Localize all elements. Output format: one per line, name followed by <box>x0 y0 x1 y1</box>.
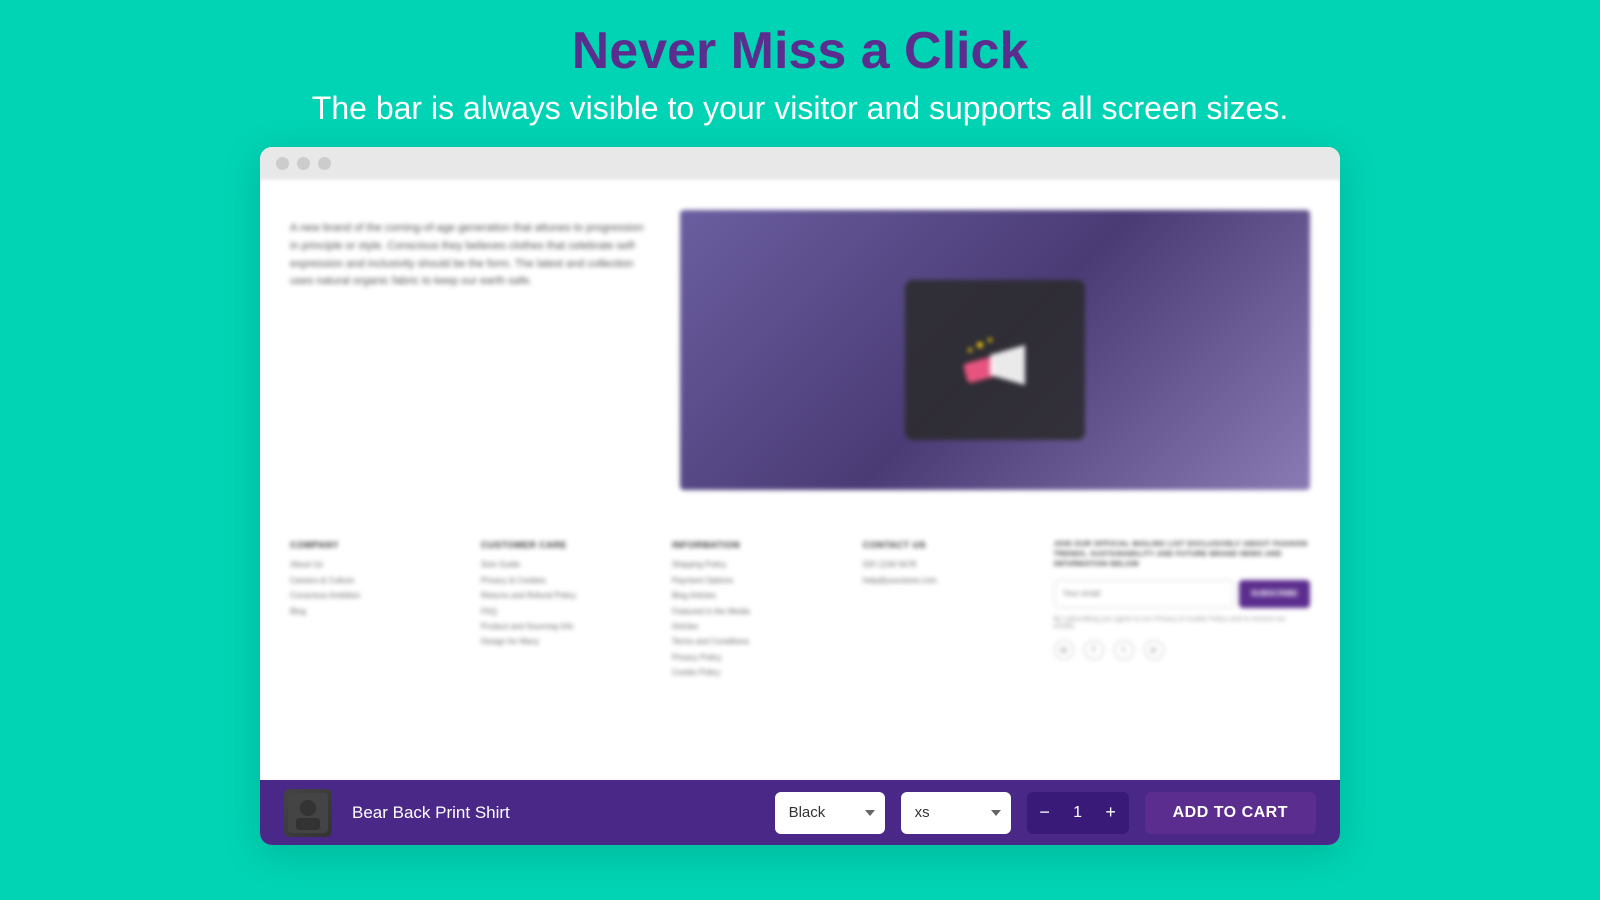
product-image <box>680 210 1310 490</box>
page-title: Never Miss a Click <box>572 20 1029 82</box>
newsletter-form[interactable]: SUBSCRIBE <box>1054 580 1310 608</box>
twitter-icon[interactable]: t <box>1114 640 1134 660</box>
thumbnail-image <box>284 789 332 837</box>
product-thumbnail <box>284 789 332 837</box>
sticky-product-name: Bear Back Print Shirt <box>352 803 755 823</box>
page-subtitle: The bar is always visible to your visito… <box>312 90 1288 127</box>
sticky-controls: Black White Blue xs s m l xl − 1 + ADD T… <box>775 792 1316 834</box>
instagram-icon[interactable]: ◎ <box>1054 640 1074 660</box>
browser-dot-minimize <box>297 157 310 170</box>
color-select[interactable]: Black White Blue <box>775 792 885 834</box>
quantity-value: 1 <box>1063 804 1093 822</box>
newsletter-input[interactable] <box>1054 580 1234 608</box>
content-footer: COMPANY About Us Careers & Culture Consc… <box>290 540 1310 750</box>
newsletter-subscribe-button[interactable]: SUBSCRIBE <box>1239 580 1310 608</box>
quantity-decrease-button[interactable]: − <box>1027 792 1063 834</box>
browser-content: A new brand of the coming-of-age generat… <box>260 180 1340 780</box>
footer-col-contact: CONTACT US 020 1234 5678 help@yourstore.… <box>863 540 1034 750</box>
sticky-bar: Bear Back Print Shirt Black White Blue x… <box>260 780 1340 845</box>
footer-col-newsletter: JOIN OUR OFFICIAL MAILING LIST EXCLUSIVE… <box>1054 540 1310 750</box>
product-description: A new brand of the coming-of-age generat… <box>290 210 650 490</box>
browser-titlebar <box>260 147 1340 180</box>
newsletter-note: By subscribing you agree to our Privacy … <box>1054 616 1310 630</box>
footer-col-company: COMPANY About Us Careers & Culture Consc… <box>290 540 461 750</box>
footer-col-customer: CUSTOMER CARE Size Guide Privacy & Cooki… <box>481 540 652 750</box>
pinterest-icon[interactable]: p <box>1144 640 1164 660</box>
footer-col-info: INFORMATION Shipping Policy Payment Opti… <box>672 540 843 750</box>
size-select[interactable]: xs s m l xl <box>901 792 1011 834</box>
social-icons: ◎ f t p <box>1054 640 1310 660</box>
browser-dot-close <box>276 157 289 170</box>
thumbnail-svg <box>288 793 328 833</box>
quantity-control: − 1 + <box>1027 792 1129 834</box>
shirt-svg <box>885 250 1105 450</box>
browser-window: A new brand of the coming-of-age generat… <box>260 147 1340 845</box>
add-to-cart-button[interactable]: ADD TO CART <box>1145 792 1316 834</box>
quantity-increase-button[interactable]: + <box>1093 792 1129 834</box>
facebook-icon[interactable]: f <box>1084 640 1104 660</box>
browser-dot-maximize <box>318 157 331 170</box>
